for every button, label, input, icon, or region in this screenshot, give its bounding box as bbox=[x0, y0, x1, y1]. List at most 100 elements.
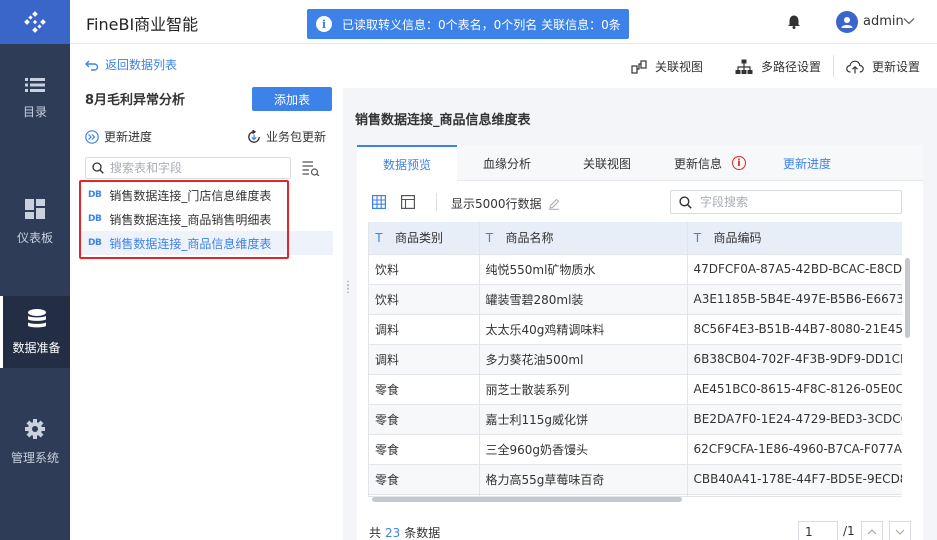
table-cell: 零食 bbox=[369, 404, 480, 435]
edit-icon bbox=[548, 198, 559, 210]
warning-icon: i bbox=[732, 156, 746, 170]
back-label: 返回数据列表 bbox=[105, 58, 178, 72]
avatar[interactable] bbox=[836, 11, 858, 33]
relation-icon bbox=[631, 59, 647, 74]
page-number-input[interactable]: 1 bbox=[798, 521, 838, 540]
table-row: 饮料 纯悦550ml矿物质水 47DFCF0A-87A5-42BD-BCAC-E8C… bbox=[369, 254, 902, 285]
nav-item-dashboard[interactable]: 仪表板 bbox=[0, 186, 70, 258]
db-table-icon: DB bbox=[88, 190, 102, 200]
nav-item-data-prep[interactable]: 数据准备 bbox=[0, 296, 70, 368]
update-settings-button[interactable]: 更新设置 bbox=[846, 58, 920, 75]
column-name: 商品编码 bbox=[713, 231, 762, 246]
table-cell: 纯悦550ml矿物质水 bbox=[479, 254, 688, 285]
top-bar: FineBI商业智能 i 已读取转义信息：0个表名，0个列名 关联信息：0条 a… bbox=[70, 0, 937, 44]
table-list-item[interactable]: DB 销售数据连接_门店信息维度表 bbox=[80, 183, 333, 207]
tab-label: 更新信息 bbox=[673, 156, 722, 171]
db-table-icon: DB bbox=[88, 238, 102, 248]
column-header[interactable]: T 商品名称 bbox=[479, 222, 688, 255]
table-cell: A3E1185B-5B4E-497E-B5B6-E6673077 bbox=[687, 284, 902, 315]
relation-view-button[interactable]: 关联视图 bbox=[631, 58, 703, 75]
row-count-number: 23 bbox=[385, 526, 401, 540]
cloud-update-icon bbox=[846, 60, 864, 73]
info-notice: i 已读取转义信息：0个表名，0个列名 关联信息：0条 bbox=[307, 9, 629, 39]
nav-item-catalog[interactable]: 目录 bbox=[0, 62, 70, 134]
table-cell: 调料 bbox=[369, 314, 480, 345]
tab-update-info[interactable]: 更新信息 i bbox=[657, 145, 763, 181]
logo[interactable] bbox=[0, 0, 70, 44]
progress-icon bbox=[85, 129, 99, 144]
table-search-input[interactable] bbox=[110, 161, 280, 175]
field-search-box bbox=[670, 190, 902, 214]
tab-update-progress[interactable]: 更新进度 bbox=[771, 145, 843, 181]
back-arrow-icon bbox=[85, 60, 99, 71]
back-to-data-list[interactable]: 返回数据列表 bbox=[85, 56, 177, 73]
table-header-row: T 商品类别 T 商品名称 T 商品编码 bbox=[369, 222, 902, 255]
user-name[interactable]: admin bbox=[863, 14, 904, 29]
relation-view-label: 关联视图 bbox=[655, 60, 704, 74]
text-type-icon: T bbox=[485, 230, 494, 246]
row-count: 共 23 条数据 bbox=[369, 524, 440, 540]
table-cell: BE2DA7F0-1E24-4729-BED3-3CDC0A2 bbox=[687, 404, 902, 435]
table-cell: 零食 bbox=[369, 434, 480, 465]
scrollbar-thumb[interactable] bbox=[372, 497, 682, 502]
tab-lineage[interactable]: 血缘分析 bbox=[457, 145, 557, 181]
biz-update-label: 业务包更新 bbox=[266, 130, 327, 144]
table-name: 销售数据连接_商品信息维度表 bbox=[109, 236, 272, 251]
user-icon bbox=[841, 17, 853, 28]
prev-page-button[interactable] bbox=[861, 521, 883, 540]
progress-label: 更新进度 bbox=[104, 130, 153, 144]
page-total: /1 bbox=[843, 524, 855, 538]
toolbar-divider bbox=[833, 55, 834, 77]
resize-handle[interactable]: ⋮ ⋮ bbox=[343, 281, 353, 295]
multipath-label: 多路径设置 bbox=[761, 60, 822, 74]
nav-label: 仪表板 bbox=[16, 230, 53, 245]
app-title: FineBI商业智能 bbox=[86, 15, 199, 34]
table-cell: 罐装雪碧280ml装 bbox=[479, 284, 688, 315]
column-header[interactable]: T 商品编码 bbox=[687, 222, 902, 255]
chevron-up-icon bbox=[867, 529, 877, 535]
table-cell: CBB40A41-178E-44F7-BD5E-9ECD8B7 bbox=[687, 464, 902, 495]
table-list-item[interactable]: DB 销售数据连接_商品销售明细表 bbox=[80, 207, 333, 231]
nav-label: 数据准备 bbox=[12, 340, 61, 355]
chevron-down-icon[interactable] bbox=[903, 15, 915, 27]
table-row: 零食 三全960g奶香馒头 62CF9CFA-1E86-4960-B7CA-F077… bbox=[369, 434, 902, 465]
detail-view-icon[interactable] bbox=[401, 195, 415, 209]
table-row: 调料 多力葵花油500ml 6B38CB04-702F-4F3B-9DF9-DD1C… bbox=[369, 344, 902, 375]
multipath-settings-button[interactable]: 多路径设置 bbox=[735, 58, 821, 75]
db-table-icon: DB bbox=[88, 214, 102, 224]
nav-item-admin[interactable]: 管理系统 bbox=[0, 406, 70, 478]
info-icon: i bbox=[316, 16, 332, 32]
vertical-scrollbar[interactable] bbox=[905, 258, 910, 338]
table-cell: 太太乐40g鸡精调味料 bbox=[479, 314, 688, 345]
tab-data-preview[interactable]: 数据预览 bbox=[357, 145, 457, 181]
table-cell: 嘉士利115g威化饼 bbox=[479, 404, 688, 435]
horizontal-scrollbar[interactable] bbox=[372, 497, 902, 502]
next-page-button[interactable] bbox=[889, 521, 911, 540]
table-cell: 47DFCF0A-87A5-42BD-BCAC-E8CD8A bbox=[687, 254, 902, 285]
row-limit-setting[interactable]: 显示5000行数据 bbox=[451, 195, 560, 212]
logo-icon bbox=[24, 11, 46, 33]
column-header[interactable]: T 商品类别 bbox=[369, 222, 480, 255]
database-icon bbox=[27, 308, 46, 327]
tab-relation-view[interactable]: 关联视图 bbox=[557, 145, 657, 181]
table-cell: 饮料 bbox=[369, 254, 480, 285]
filter-list-icon[interactable] bbox=[302, 160, 320, 176]
bell-icon[interactable] bbox=[788, 15, 800, 29]
table-list-item-selected[interactable]: DB 销售数据连接_商品信息维度表 bbox=[80, 231, 333, 255]
row-count-prefix: 共 bbox=[369, 526, 382, 540]
add-table-button[interactable]: 添加表 bbox=[252, 87, 332, 111]
grid-view-icon[interactable] bbox=[372, 195, 386, 209]
row-count-suffix: 条数据 bbox=[404, 526, 441, 540]
row-limit-label: 显示5000行数据 bbox=[451, 197, 542, 211]
data-preview-table: T 商品类别 T 商品名称 T 商品编码 饮料 纯悦550ml矿物质水 47DFCF0A-… bbox=[368, 222, 902, 497]
business-package-update-button[interactable]: 业务包更新 bbox=[247, 128, 326, 145]
field-search-input[interactable] bbox=[700, 195, 890, 209]
table-cell: 零食 bbox=[369, 464, 480, 495]
table-name: 销售数据连接_门店信息维度表 bbox=[109, 188, 272, 203]
nav-label: 目录 bbox=[22, 104, 47, 119]
list-icon bbox=[25, 77, 45, 92]
refresh-icon bbox=[248, 129, 260, 143]
update-progress-button[interactable]: 更新进度 bbox=[85, 128, 152, 145]
selected-table-title: 销售数据连接_商品信息维度表 bbox=[355, 113, 531, 128]
table-cell: 多力葵花油500ml bbox=[479, 344, 688, 375]
